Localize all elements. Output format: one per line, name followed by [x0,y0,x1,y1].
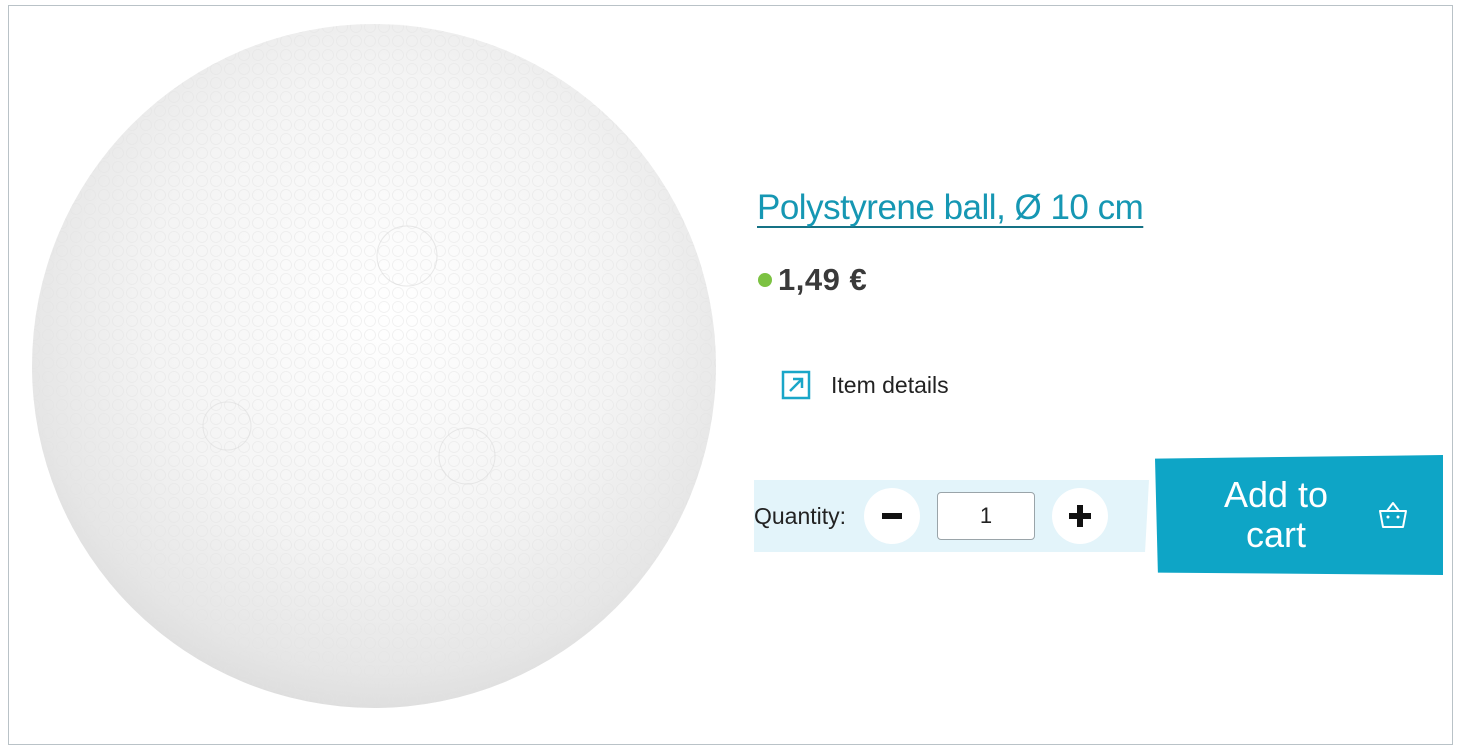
item-details-link[interactable]: Item details [781,370,949,400]
item-details-label: Item details [831,371,949,398]
product-image[interactable] [27,6,727,732]
in-stock-indicator [758,273,772,287]
add-to-cart-label: Add to cart [1223,474,1329,555]
product-info: Polystyrene ball, Ø 10 cm 1,49 € Item de… [744,176,1444,575]
basket-icon [1379,502,1407,528]
minus-icon [882,513,903,519]
quantity-input[interactable] [937,492,1036,540]
price-row: 1,49 € [744,262,867,298]
product-card: Polystyrene ball, Ø 10 cm 1,49 € Item de… [8,5,1453,745]
product-title-link[interactable]: Polystyrene ball, Ø 10 cm [757,188,1144,228]
external-arrow-icon [781,370,811,400]
quantity-selector: Quantity: [754,480,1149,552]
polystyrene-ball-image [32,24,716,708]
product-price: 1,49 € [778,262,868,297]
plus-icon [1069,505,1092,527]
add-to-cart-button[interactable]: Add to cart [1155,455,1443,575]
quantity-increment-button[interactable] [1052,488,1109,544]
quantity-decrement-button[interactable] [864,488,921,544]
quantity-label: Quantity: [754,502,847,529]
